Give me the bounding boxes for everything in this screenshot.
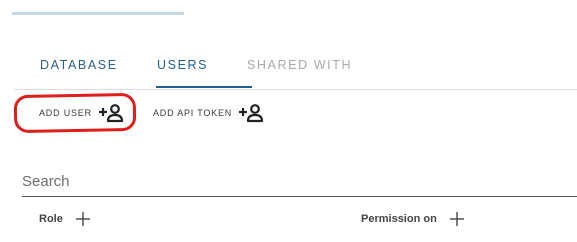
tab-database[interactable]: DATABASE — [40, 56, 118, 74]
tab-bar: DATABASE USERS SHARED WITH — [22, 56, 577, 88]
plus-icon[interactable] — [449, 211, 465, 227]
search-input[interactable] — [22, 170, 577, 192]
tabs-divider — [14, 89, 577, 90]
person-add-icon — [239, 104, 264, 123]
highlight-annotation — [13, 92, 137, 134]
top-progress-bar — [12, 12, 184, 15]
search-underline — [22, 196, 577, 197]
permission-column-header: Permission on — [361, 211, 465, 227]
tab-shared-with[interactable]: SHARED WITH — [247, 56, 352, 74]
plus-icon[interactable] — [75, 211, 91, 227]
role-label: Role — [39, 213, 63, 225]
tab-users[interactable]: USERS — [157, 56, 208, 74]
active-tab-indicator — [156, 86, 252, 88]
role-column-header: Role — [39, 211, 91, 227]
permission-label: Permission on — [361, 213, 437, 225]
add-api-token-label: ADD API TOKEN — [153, 108, 233, 118]
add-api-token-button[interactable]: ADD API TOKEN — [153, 103, 264, 123]
search-field — [22, 170, 577, 198]
